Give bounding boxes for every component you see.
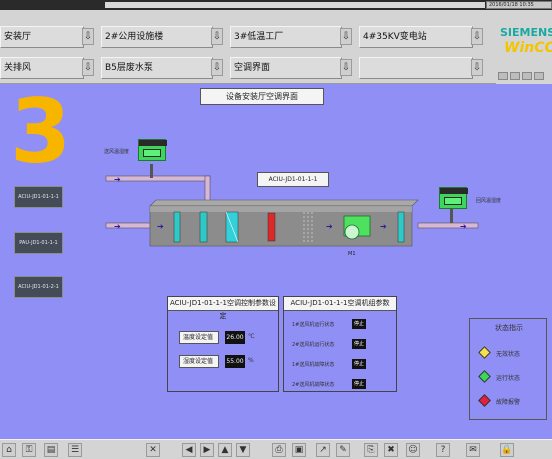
hum-setpoint-label: 湿度设定值 (179, 355, 219, 368)
status-row-label: 2#送风机运行状态 (292, 342, 335, 348)
lock-icon[interactable]: 🔒 (500, 443, 514, 457)
unit-id-label: ACIU-JD1-01-1-1 (257, 172, 329, 187)
legend-title: 状态指示 (495, 324, 523, 332)
hum-setpoint-input[interactable]: 55.00 (225, 355, 245, 368)
edit-icon[interactable]: ✎ (336, 443, 350, 457)
save-icon[interactable]: ▣ (292, 443, 306, 457)
inlet-sensor-label: 送风温湿度 (104, 149, 130, 155)
status-row-value: 停止 (352, 319, 366, 329)
exit-icon[interactable]: ✕ (146, 443, 160, 457)
temp-setpoint-label: 温度设定值 (179, 331, 219, 344)
outlet-sensor-label: 回风温湿度 (476, 198, 502, 204)
inlet-duct-bottom (105, 222, 151, 229)
setpoint-panel-header: ACIU-JD1-01-1-1空调控制参数设定 (168, 297, 278, 320)
delete-icon[interactable]: ✖ (384, 443, 398, 457)
unit-top-face (149, 199, 419, 207)
user-icon[interactable]: ☺ (406, 443, 420, 457)
heating-coil (267, 212, 276, 242)
up-icon[interactable]: ▲ (218, 443, 232, 457)
setpoint-panel: ACIU-JD1-01-1-1空调控制参数设定 温度设定值 26.00 ℃ 湿度… (167, 296, 279, 392)
temp-unit: ℃ (248, 333, 255, 340)
indicator-value (444, 197, 462, 205)
status-row-value: 停止 (352, 359, 366, 369)
home-icon[interactable]: ⌂ (2, 443, 16, 457)
status-panel: ACIU-JD1-01-1-1空调机组参数 1#送风机运行状态 停止 2#送风机… (283, 296, 397, 392)
outlet-sensor-indicator[interactable] (439, 187, 468, 209)
sensor-stem-inlet (150, 164, 153, 178)
flow-arrow-icon: ➔ (114, 222, 121, 231)
report-icon[interactable]: ▤ (44, 443, 58, 457)
back-icon[interactable]: ◀ (182, 443, 196, 457)
legend-diamond-icon (478, 346, 491, 359)
flow-arrow-icon: ➔ (326, 222, 333, 231)
legend-item: 无效状态 (496, 351, 521, 358)
status-panel-header: ACIU-JD1-01-1-1空调机组参数 (284, 297, 396, 311)
log-icon[interactable]: ✉ (466, 443, 480, 457)
unit-highlight (150, 206, 412, 212)
hum-unit: % (248, 357, 254, 364)
inlet-duct-top (105, 175, 211, 182)
indicator-header (139, 140, 167, 146)
key-icon[interactable]: ⚿ (22, 443, 36, 457)
legend-item: 运行状态 (496, 375, 521, 382)
copy-icon[interactable]: ⎘ (364, 443, 378, 457)
bottom-toolbar: ⌂ ⚿ ▤ ☰ ✕ ◀ ▶ ▲ ▼ ⎙ ▣ ↗ ✎ ⎘ ✖ ☺ ? ✉ 🔒 (0, 439, 552, 459)
status-row-value: 停止 (352, 339, 366, 349)
status-row-label: 2#送风机故障状态 (292, 382, 335, 388)
flow-arrow-icon: ➔ (114, 175, 121, 184)
legend-diamond-icon (478, 394, 491, 407)
legend-item: 故障报警 (496, 399, 521, 406)
down-icon[interactable]: ▼ (236, 443, 250, 457)
forward-icon[interactable]: ▶ (200, 443, 214, 457)
status-row-value: 停止 (352, 379, 366, 389)
flow-arrow-icon: ➔ (157, 222, 164, 231)
alarm-list-icon[interactable]: ☰ (68, 443, 82, 457)
trend-icon[interactable]: ↗ (316, 443, 330, 457)
filter-1 (173, 211, 181, 243)
print-icon[interactable]: ⎙ (272, 443, 286, 457)
flow-arrow-icon: ➔ (380, 222, 387, 231)
indicator-value (143, 149, 161, 157)
fan-tag: M1 (348, 251, 356, 257)
inlet-sensor-indicator[interactable] (138, 139, 167, 161)
indicator-header (440, 188, 468, 194)
fan-wheel-icon (344, 224, 360, 240)
temp-setpoint-input[interactable]: 26.00 (225, 331, 245, 344)
status-row-label: 1#送风机运行状态 (292, 322, 335, 328)
outlet-duct (417, 222, 479, 229)
help-icon[interactable]: ? (436, 443, 450, 457)
status-row-label: 1#送风机故障状态 (292, 362, 335, 368)
outlet-filter (397, 211, 405, 243)
filter-2 (199, 211, 208, 243)
status-legend: 状态指示 无效状态 运行状态 故障报警 (469, 318, 547, 420)
flow-arrow-icon: ➔ (460, 222, 467, 231)
legend-diamond-icon (478, 370, 491, 383)
